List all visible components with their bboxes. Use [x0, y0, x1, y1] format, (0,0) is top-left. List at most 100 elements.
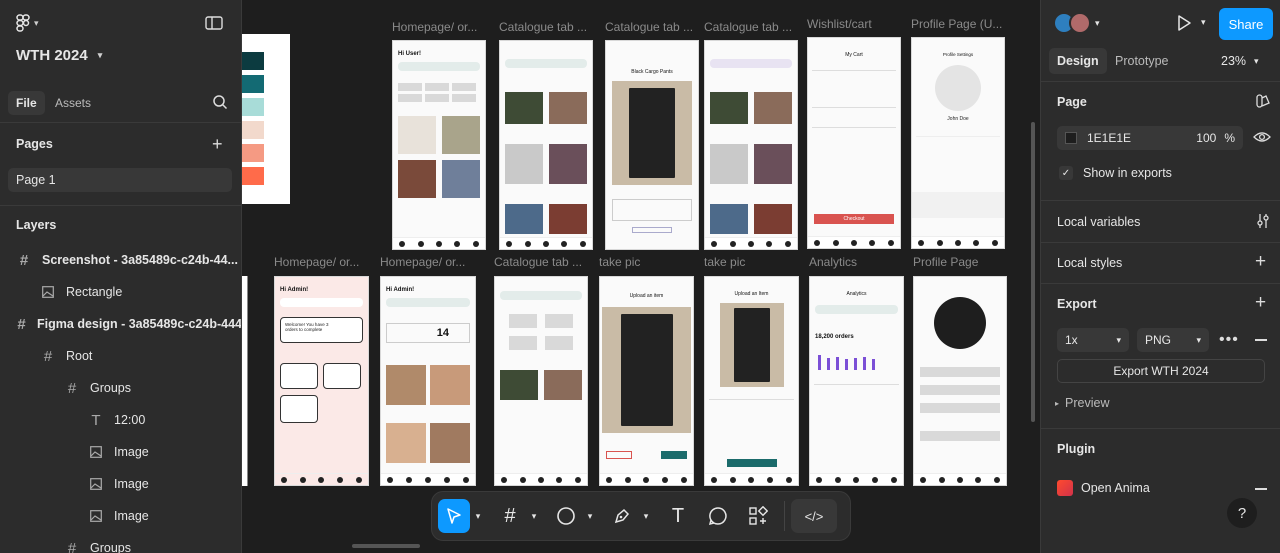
palette-card[interactable]	[242, 34, 290, 204]
present-button[interactable]	[1175, 14, 1193, 37]
plus-icon: +	[1255, 292, 1267, 313]
frame-label[interactable]: Wishlist/cart	[807, 17, 901, 31]
frame-tool-button[interactable]: #	[494, 499, 526, 533]
layers-heading: Layers	[16, 218, 57, 232]
frame-catalogue-2[interactable]	[704, 40, 798, 250]
layer-item[interactable]: # Figma design - 3a85489c-c24b-444	[0, 308, 242, 340]
toggle-sidebar-button[interactable]	[205, 15, 223, 31]
layer-item[interactable]: Image	[0, 500, 241, 532]
frame-profile-user[interactable]: Profile Settings John Doe	[911, 37, 1005, 249]
ellipse-icon	[557, 507, 575, 525]
collaborators[interactable]: ▾	[1053, 12, 1100, 34]
text-tool-button[interactable]: T	[662, 499, 694, 533]
components-tool-button[interactable]	[742, 499, 774, 533]
horizontal-scrollbar[interactable]	[352, 544, 420, 548]
tab-file[interactable]: File	[8, 91, 45, 115]
comment-tool-button[interactable]	[702, 499, 734, 533]
shape-tool-chevron[interactable]: ▾	[582, 499, 598, 533]
frame-label[interactable]: take pic	[704, 255, 798, 269]
frame-upload-item[interactable]: Upload an item	[599, 276, 694, 486]
layer-item[interactable]: # Groups	[0, 372, 241, 404]
present-chevron[interactable]: ▾	[1201, 17, 1206, 28]
page-item[interactable]: Page 1	[8, 168, 232, 192]
frame-label[interactable]: Catalogue tab ...	[605, 20, 699, 34]
share-button[interactable]: Share	[1219, 8, 1273, 40]
frame-label[interactable]: Catalogue tab ...	[494, 255, 588, 269]
frame-product-detail[interactable]: Black Cargo Pants	[605, 40, 699, 250]
frame-label[interactable]: Analytics	[809, 255, 903, 269]
layer-item[interactable]: # Screenshot - 3a85489c-c24b-44...	[0, 244, 241, 276]
frame-homepage-user[interactable]: Hi User!	[392, 40, 486, 250]
layer-item[interactable]: # Groups	[0, 532, 241, 553]
palette-swatch	[242, 98, 264, 116]
export-button[interactable]: Export WTH 2024	[1057, 359, 1265, 383]
frame-label[interactable]: Homepage/ or...	[380, 255, 474, 269]
tab-assets[interactable]: Assets	[55, 91, 91, 115]
local-variables-row[interactable]: Local variables	[1057, 215, 1140, 229]
frame-label[interactable]: Catalogue tab ...	[499, 20, 593, 34]
add-page-button[interactable]: +	[212, 134, 223, 155]
layer-item[interactable]: Image	[0, 468, 241, 500]
canvas[interactable]: Homepage/ or... Catalogue tab ... Catalo…	[242, 0, 1040, 553]
layer-label: Image	[114, 477, 149, 491]
page-styles-button[interactable]	[1255, 93, 1271, 114]
export-format-select[interactable]: PNG ▾	[1137, 328, 1209, 352]
export-scale-select[interactable]: 1x ▾	[1057, 328, 1129, 352]
frame-catalogue-admin[interactable]	[494, 276, 588, 486]
search-button[interactable]	[212, 94, 228, 110]
add-export-button[interactable]: +	[1255, 292, 1266, 314]
layer-item[interactable]: T 12:00	[0, 404, 241, 436]
layer-item[interactable]: Image	[0, 436, 241, 468]
remove-plugin-button[interactable]	[1255, 488, 1267, 490]
file-name-button[interactable]: WTH 2024 ▾	[16, 47, 102, 64]
page-color-field[interactable]: 1E1E1E 100 %	[1057, 126, 1243, 150]
frame-profile-wireframe[interactable]	[913, 276, 1007, 486]
preview-toggle[interactable]: ▸ Preview	[1055, 396, 1109, 410]
visibility-toggle[interactable]	[1253, 130, 1271, 149]
shape-tool-button[interactable]	[550, 499, 582, 533]
frame-label[interactable]: Homepage/ or...	[274, 255, 368, 269]
frame-tool-chevron[interactable]: ▾	[526, 499, 542, 533]
pen-tool-chevron[interactable]: ▾	[638, 499, 654, 533]
figma-menu-button[interactable]: ▾	[16, 14, 39, 32]
frame-upload-item-2[interactable]: Upload an Item	[704, 276, 799, 486]
export-heading: Export	[1057, 297, 1097, 311]
tab-prototype[interactable]: Prototype	[1115, 48, 1169, 74]
left-panel: ▾ WTH 2024 ▾ File Assets Pages + Page 1 …	[0, 0, 242, 553]
cropped-frame[interactable]	[242, 276, 248, 486]
frame-label[interactable]: take pic	[599, 255, 693, 269]
local-styles-row[interactable]: Local styles	[1057, 256, 1122, 270]
plugin-item[interactable]: Open Anima	[1057, 480, 1150, 496]
dev-mode-button[interactable]: </>	[791, 499, 837, 533]
frame-label[interactable]: Catalogue tab ...	[704, 20, 798, 34]
vertical-scrollbar[interactable]	[1031, 122, 1035, 422]
zoom-menu[interactable]: 23% ▾	[1221, 48, 1259, 74]
frame-cart[interactable]: My Cart Checkout	[807, 37, 901, 249]
pen-tool-button[interactable]	[606, 499, 638, 533]
add-style-button[interactable]: +	[1255, 251, 1266, 273]
move-tool-button[interactable]	[438, 499, 470, 533]
layer-item[interactable]: Rectangle	[0, 276, 241, 308]
frame-analytics[interactable]: Analytics 18,200 orders	[809, 276, 904, 486]
help-button[interactable]: ?	[1227, 498, 1257, 528]
tab-design[interactable]: Design	[1049, 48, 1107, 74]
frame-homepage-admin[interactable]: Hi Admin! Welcome! You have 3 orders to …	[274, 276, 369, 486]
frame-label[interactable]: Profile Page	[913, 255, 1007, 269]
text-icon: T	[91, 411, 101, 429]
show-in-exports-checkbox[interactable]: ✓ Show in exports	[1059, 166, 1172, 180]
figma-logo-icon	[16, 14, 30, 32]
frame-label[interactable]: Profile Page (U...	[911, 17, 1005, 31]
comment-icon	[708, 507, 727, 526]
remove-export-button[interactable]	[1255, 339, 1267, 341]
layer-label: Figma design - 3a85489c-c24b-444	[37, 317, 242, 331]
variables-button[interactable]	[1255, 213, 1271, 234]
layer-item[interactable]: # Root	[0, 340, 241, 372]
export-options-button[interactable]: •••	[1219, 331, 1239, 349]
layer-label: Root	[66, 349, 93, 363]
frame-label[interactable]: Homepage/ or...	[392, 20, 486, 34]
frame-homepage-admin-2[interactable]: Hi Admin! 14	[380, 276, 476, 486]
code-icon: </>	[804, 508, 824, 524]
frame-title: Analytics	[846, 291, 867, 297]
frame-catalogue[interactable]	[499, 40, 593, 250]
move-tool-chevron[interactable]: ▾	[470, 499, 486, 533]
